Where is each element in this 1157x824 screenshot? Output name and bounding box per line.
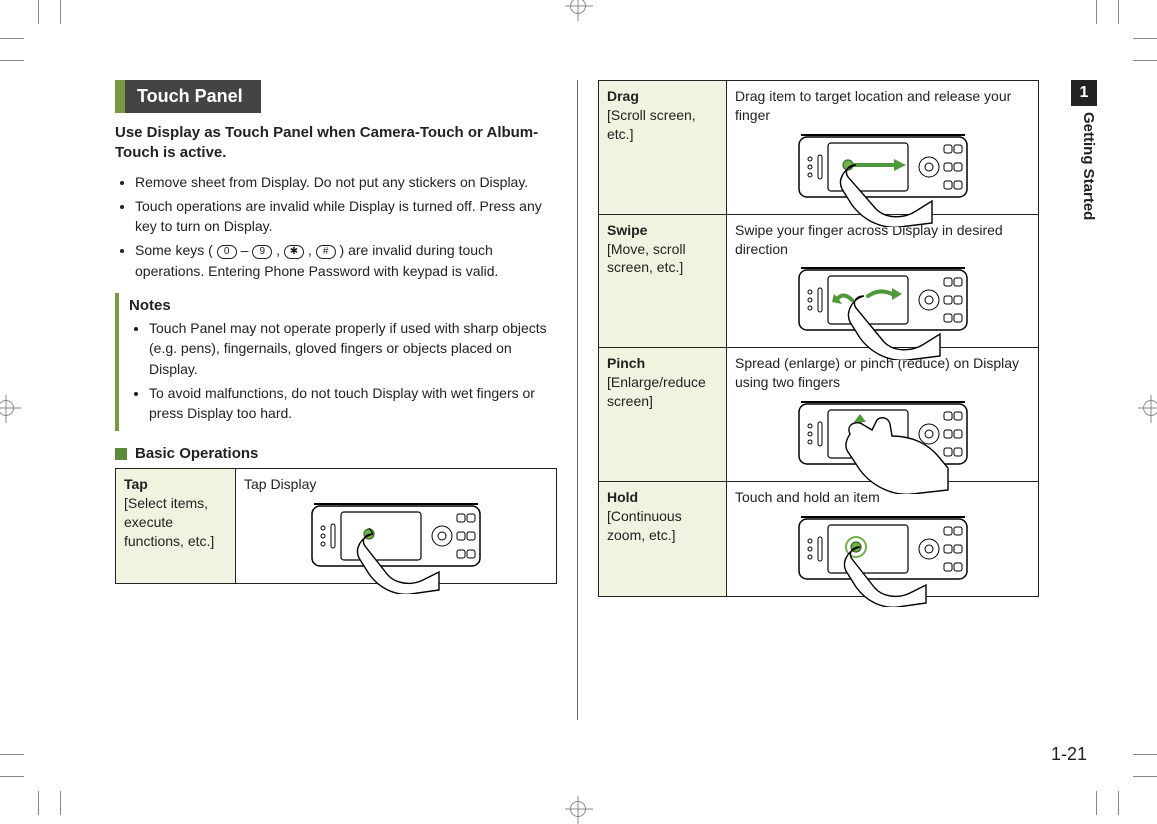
op-desc-cell: Spread (enlarge) or pinch (reduce) on Di… [727,348,1039,482]
hand-icon [355,524,445,594]
device-icon [798,398,968,475]
op-desc: Tap Display [244,475,548,494]
pinch-illustration [735,392,1030,475]
keycap-hash-icon: # [316,245,336,259]
notes-block: Notes Touch Panel may not operate proper… [115,293,557,431]
chapter-tab: 1 [1071,80,1097,106]
device-icon [798,264,968,341]
crop-mark [60,0,61,24]
crop-mark [1096,0,1097,24]
crop-mark [1133,38,1157,39]
subheading-marker-icon [115,448,127,460]
subheading: Basic Operations [115,445,557,462]
crop-mark [0,754,24,755]
crop-mark [0,38,24,39]
notes-list: Touch Panel may not operate properly if … [129,318,557,423]
op-desc-cell: Tap Display [236,469,557,584]
crop-mark [1096,791,1097,815]
column-left: Touch Panel Use Display as Touch Panel w… [115,80,577,720]
op-hint: [Enlarge/reduce screen] [607,373,718,411]
subheading-text: Basic Operations [135,445,258,462]
keycap-9-icon: 9 [252,245,272,259]
op-name-cell: Swipe [Move, scroll screen, etc.] [599,214,727,348]
crop-mark [60,791,61,815]
hand-icon [838,157,938,227]
crop-mark [1118,0,1119,24]
op-hint: [Move, scroll screen, etc.] [607,240,718,278]
crop-mark [1133,776,1157,777]
notes-title: Notes [129,297,557,314]
swipe-illustration [735,258,1030,341]
notes-item: Touch Panel may not operate properly if … [149,318,557,379]
crop-mark [1118,791,1119,815]
op-name-cell: Tap [Select items, execute functions, et… [116,469,236,584]
chapter-label: Getting Started [1071,112,1097,282]
lead-text: Use Display as Touch Panel when Camera-T… [115,123,557,164]
registration-mark-icon [1143,400,1157,416]
op-hint: [Scroll screen, etc.] [607,106,718,144]
bullet-text: – [241,242,253,258]
operations-table-right: Drag [Scroll screen, etc.] Drag item to … [598,80,1039,597]
op-desc: Drag item to target location and release… [735,87,1030,125]
crop-mark [1133,60,1157,61]
hand-icon [842,537,932,607]
crop-mark [0,776,24,777]
op-desc-cell: Swipe your finger across Display in desi… [727,214,1039,348]
hand-icon [842,416,952,494]
op-name: Swipe [607,221,718,240]
op-hint: [Continuous zoom, etc.] [607,507,718,545]
device-icon [798,131,968,208]
operations-table-left: Tap [Select items, execute functions, et… [115,468,557,584]
op-name: Pinch [607,354,718,373]
op-desc-cell: Drag item to target location and release… [727,81,1039,215]
op-name-cell: Hold [Continuous zoom, etc.] [599,482,727,597]
column-right: Drag [Scroll screen, etc.] Drag item to … [577,80,1039,720]
op-name-cell: Drag [Scroll screen, etc.] [599,81,727,215]
bullet-list: Remove sheet from Display. Do not put an… [115,172,557,281]
page-number: 1-21 [1051,744,1087,765]
section-title-bar: Touch Panel [115,80,557,113]
table-row: Drag [Scroll screen, etc.] Drag item to … [599,81,1039,215]
bullet-text: , [276,242,284,258]
table-row: Pinch [Enlarge/reduce screen] Spread (en… [599,348,1039,482]
op-name: Drag [607,87,718,106]
hand-icon [844,290,944,360]
crop-mark [0,60,24,61]
bullet-item: Remove sheet from Display. Do not put an… [135,172,557,192]
op-desc-cell: Touch and hold an item [727,482,1039,597]
drag-illustration [735,125,1030,208]
op-hint: [Select items, execute functions, etc.] [124,494,227,551]
section-title-accent [115,80,125,113]
op-name-cell: Pinch [Enlarge/reduce screen] [599,348,727,482]
registration-mark-icon [570,0,586,14]
section-title: Touch Panel [125,80,261,113]
bullet-item: Touch operations are invalid while Displ… [135,196,557,237]
table-row: Swipe [Move, scroll screen, etc.] Swipe … [599,214,1039,348]
bullet-text: , [308,242,316,258]
table-row: Tap [Select items, execute functions, et… [116,469,557,584]
bullet-item: Some keys ( 0 – 9 , ✱ , # ) are invalid … [135,240,557,281]
crop-mark [38,791,39,815]
op-name: Tap [124,475,227,494]
notes-item: To avoid malfunctions, do not touch Disp… [149,383,557,424]
op-name: Hold [607,488,718,507]
registration-mark-icon [0,400,14,416]
device-icon [311,500,481,577]
crop-mark [38,0,39,24]
keycap-0-icon: 0 [217,245,237,259]
device-icon [798,513,968,590]
keycap-star-icon: ✱ [284,245,304,259]
crop-mark [1133,754,1157,755]
table-row: Hold [Continuous zoom, etc.] Touch and h… [599,482,1039,597]
hold-illustration [735,507,1030,590]
bullet-text: Some keys ( [135,242,213,258]
tap-illustration [244,494,548,577]
